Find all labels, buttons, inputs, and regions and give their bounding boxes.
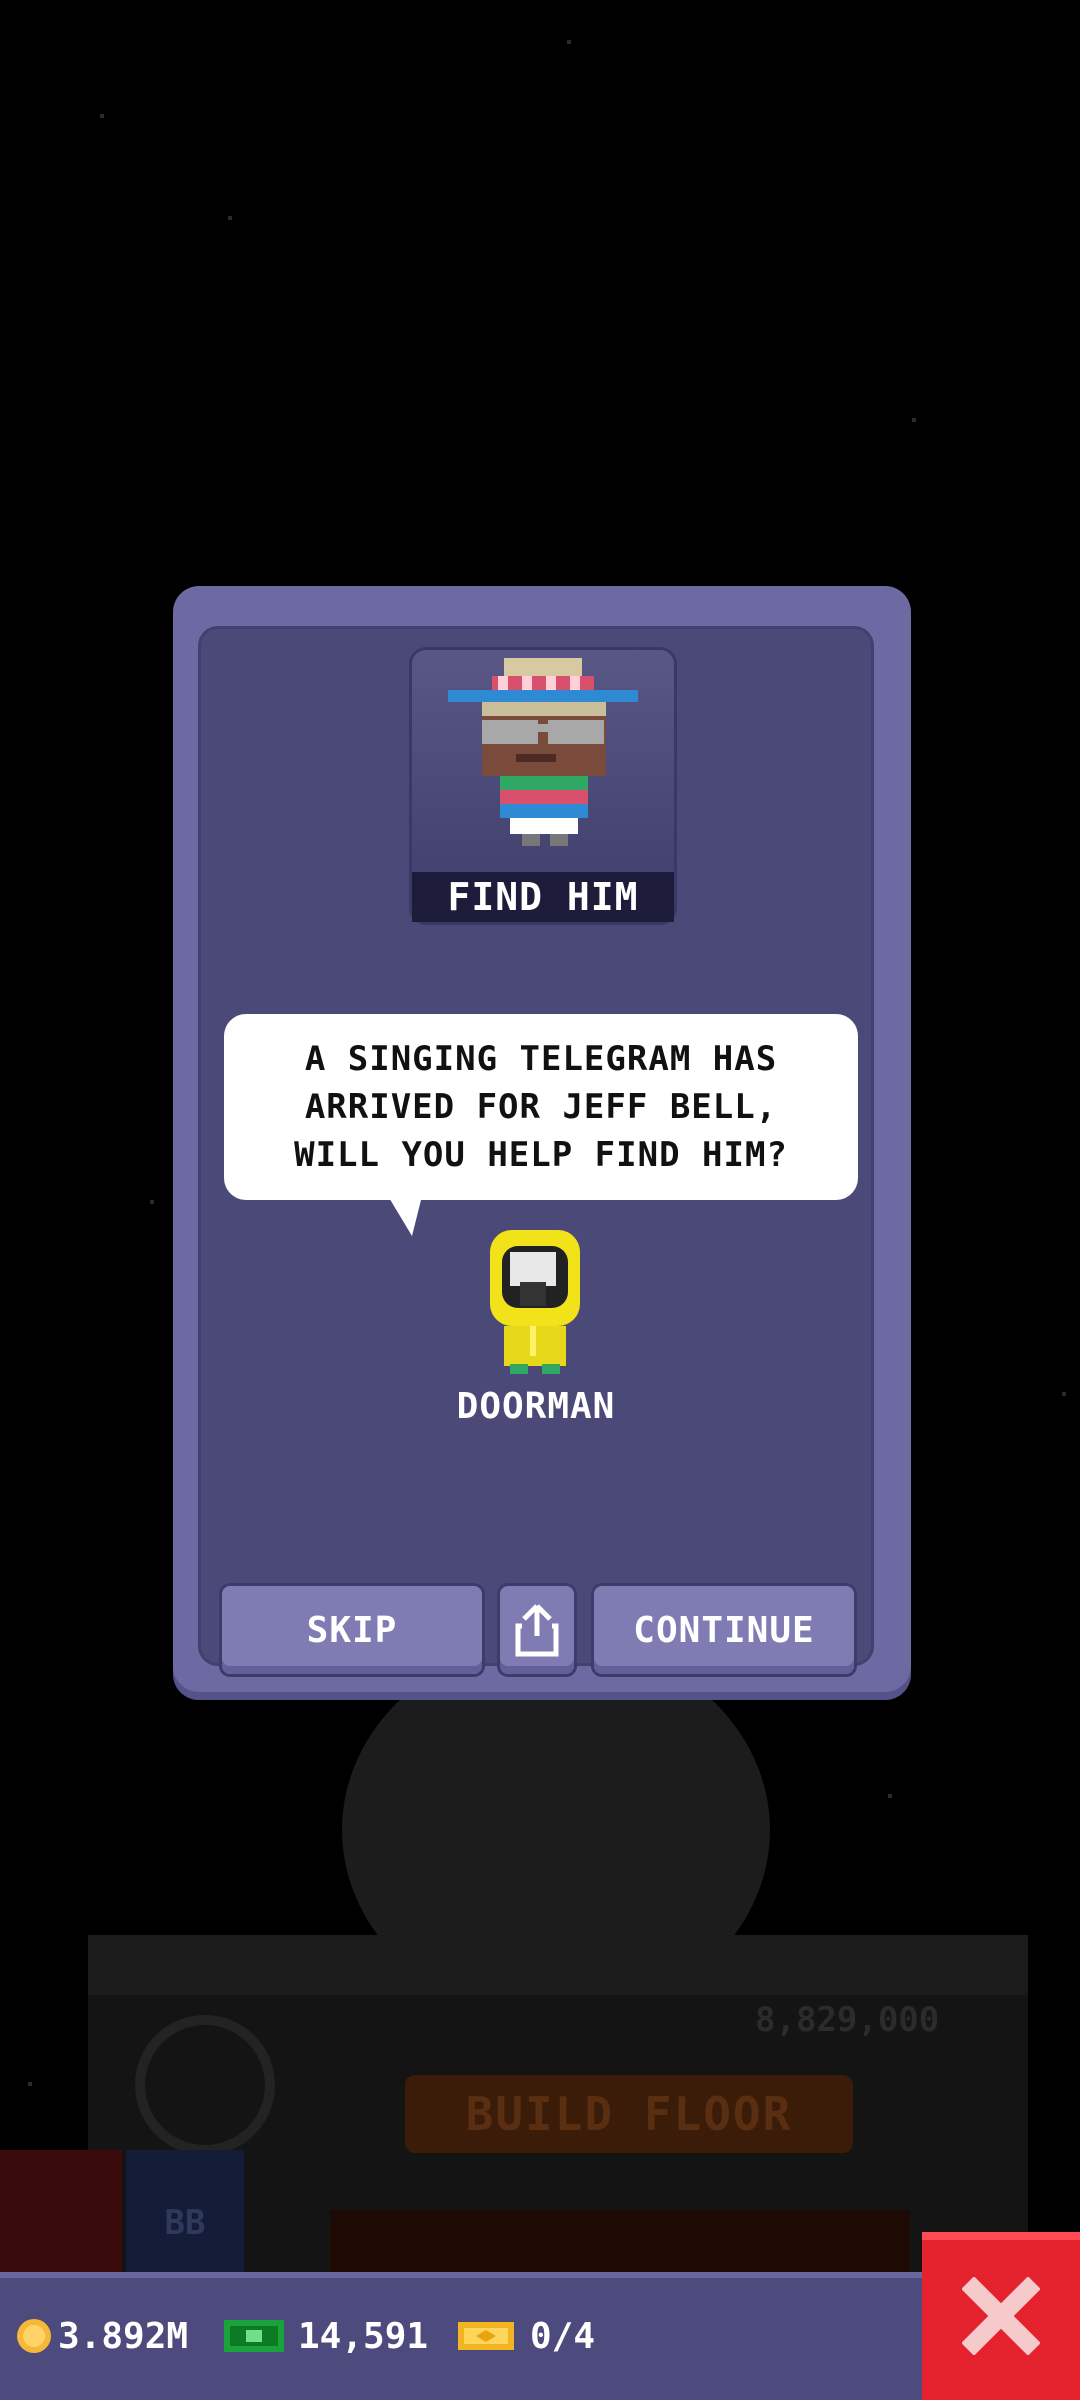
bitizen-sprite-icon <box>448 658 638 846</box>
mission-dialog: FIND HIM A SINGING TELEGRAM HAS ARRIVED … <box>173 586 911 1700</box>
star <box>100 114 104 118</box>
golden-ticket-icon <box>458 2322 514 2350</box>
vent-icon <box>135 2015 275 2155</box>
tickets-value: 0/4 <box>530 2315 596 2357</box>
find-him-caption: FIND HIM <box>412 872 674 922</box>
build-floor-button: BUILD FLOOR <box>405 2075 853 2153</box>
star <box>150 1200 154 1204</box>
mission-dialog-panel: FIND HIM A SINGING TELEGRAM HAS ARRIVED … <box>198 626 874 1674</box>
bux-display: 14,591 <box>222 2272 428 2400</box>
close-icon <box>962 2277 1040 2355</box>
floor-price: 8,829,000 <box>755 2000 940 2040</box>
speech-tail <box>388 1196 422 1236</box>
doorman-sprite-icon <box>490 1230 580 1374</box>
speaker-name: DOORMAN <box>456 1386 616 1427</box>
construction-workers <box>330 2210 910 2280</box>
coin-icon <box>17 2319 51 2353</box>
bux-icon <box>224 2320 284 2352</box>
star <box>888 1794 892 1798</box>
bux-value: 14,591 <box>298 2315 429 2357</box>
share-button[interactable] <box>500 1586 574 1674</box>
speech-bubble: A SINGING TELEGRAM HAS ARRIVED FOR JEFF … <box>224 1014 858 1200</box>
star <box>228 216 232 220</box>
share-icon <box>515 1604 559 1657</box>
star <box>1062 1392 1066 1396</box>
star <box>912 418 916 422</box>
character-portrait: FIND HIM <box>412 650 674 922</box>
speech-text: A SINGING TELEGRAM HAS ARRIVED FOR JEFF … <box>294 1039 788 1175</box>
star <box>28 2082 32 2086</box>
currency-bar: 3.892M 14,591 0/4 <box>0 2272 925 2400</box>
coins-value: 3.892M <box>58 2315 189 2357</box>
tower-roof <box>88 1935 1028 1995</box>
close-button[interactable] <box>922 2232 1080 2400</box>
star <box>567 40 571 44</box>
continue-button[interactable]: CONTINUE <box>594 1586 854 1674</box>
tickets-display: 0/4 <box>456 2272 595 2400</box>
skip-button[interactable]: SKIP <box>222 1586 482 1674</box>
coins-display: 3.892M <box>14 2272 188 2400</box>
